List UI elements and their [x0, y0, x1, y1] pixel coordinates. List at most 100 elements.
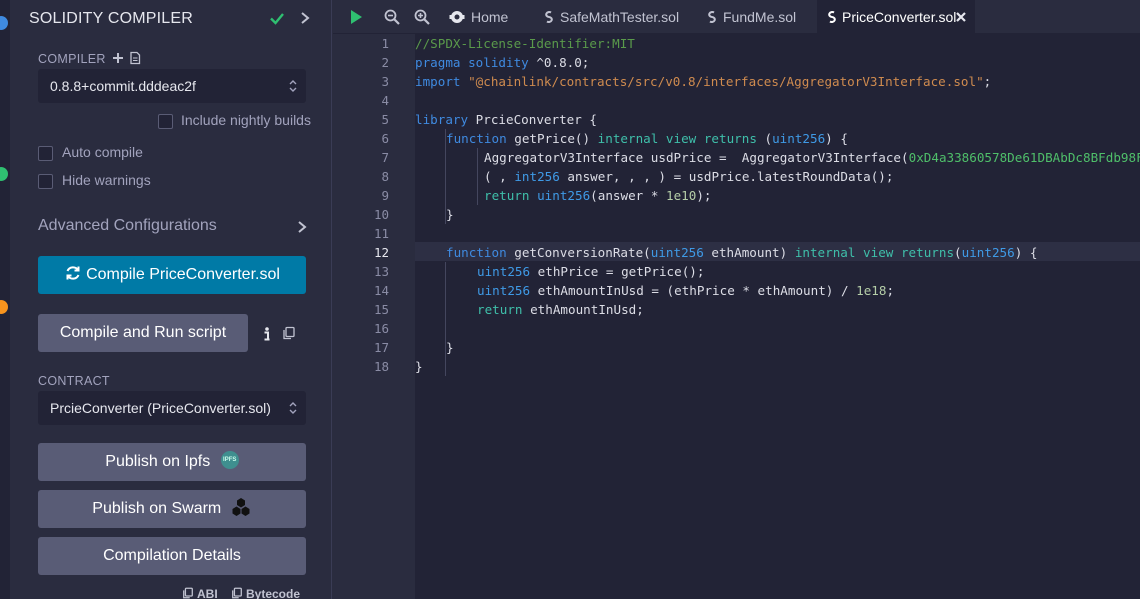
publish-swarm-label: Publish on Swarm [92, 500, 222, 517]
plugin-icon[interactable] [0, 16, 8, 30]
code-token: ( , [484, 169, 515, 184]
code-token: ( [756, 131, 773, 146]
compilation-details-button[interactable]: Compilation Details [38, 537, 306, 575]
compiler-version-value: 0.8.8+commit.dddeac2f [50, 78, 196, 94]
line-number: 2 [381, 55, 389, 70]
play-icon[interactable] [347, 8, 365, 26]
tab-priceconverter[interactable]: PriceConverter.sol [817, 0, 975, 34]
code-line-10: } [446, 205, 454, 224]
code-token: getPrice() [506, 131, 598, 146]
code-token: uint256 [477, 283, 531, 298]
code-token: ; [983, 74, 992, 89]
line-number: 9 [381, 188, 389, 203]
code-line-18: } [415, 357, 423, 376]
code-token: pragma solidity [415, 55, 529, 70]
code-token: return [477, 302, 523, 317]
code-token: internal view returns [794, 245, 955, 260]
copy-icon[interactable] [282, 326, 296, 340]
code-token: AggregatorV3Interface usdPrice = Aggrega… [484, 150, 909, 165]
line-number: 15 [373, 302, 389, 317]
tab-fundme[interactable]: FundMe.sol [699, 0, 809, 34]
code-line-17: } [446, 338, 454, 357]
plus-icon[interactable] [111, 51, 125, 65]
compiler-version-select[interactable]: 0.8.8+commit.dddeac2f [38, 69, 306, 103]
code-token: (answer * [590, 188, 666, 203]
include-nightly-checkbox[interactable] [158, 114, 173, 129]
line-number: 1 [381, 36, 389, 51]
code-line-14: uint256 ethAmountInUsd = (ethPrice * eth… [477, 281, 894, 300]
code-token: import [415, 74, 461, 89]
compilation-details-label: Compilation Details [103, 547, 241, 564]
compile-and-run-label: Compile and Run script [59, 324, 227, 341]
hide-warnings-label: Hide warnings [62, 172, 151, 188]
bytecode-link[interactable]: Bytecode [246, 587, 300, 599]
code-token: library [415, 112, 469, 127]
publish-swarm-button[interactable]: Publish on Swarm [38, 490, 306, 528]
code-token: ^0.8.0; [528, 55, 590, 70]
code-token: function [446, 245, 507, 260]
line-number: 6 [381, 131, 389, 146]
line-number: 12 [373, 245, 389, 260]
copy-abi-icon[interactable] [182, 587, 194, 599]
contract-label: CONTRACT [38, 374, 110, 388]
compile-button-label: Compile PriceConverter.sol [86, 266, 280, 283]
code-token: uint256 [772, 131, 826, 146]
code-token: PrcieConverter { [468, 112, 597, 127]
contract-select[interactable]: PrcieConverter (PriceConverter.sol) [38, 391, 306, 425]
indent-guide [477, 148, 478, 205]
code-token: ethAmountInUsd; [522, 302, 644, 317]
check-icon [270, 13, 284, 25]
auto-compile-checkbox[interactable] [38, 146, 53, 161]
close-icon[interactable] [955, 11, 967, 23]
code-line-13: uint256 ethPrice = getPrice(); [477, 262, 704, 281]
zoom-out-icon[interactable] [383, 8, 401, 26]
abi-link[interactable]: ABI [197, 587, 218, 599]
hide-warnings-checkbox[interactable] [38, 174, 53, 189]
code-token: } [415, 359, 423, 374]
icon-panel [0, 0, 10, 599]
code-token: internal view returns [597, 131, 757, 146]
chevron-right-icon[interactable] [295, 220, 309, 234]
tab-safemathtester-label: SafeMathTester.sol [560, 9, 680, 25]
code-token: "@chainlink/contracts/src/v0.8/interface… [460, 74, 984, 89]
tab-safemathtester[interactable]: SafeMathTester.sol [538, 0, 688, 34]
compile-and-run-button[interactable]: Compile and Run script [38, 314, 248, 352]
code-token: 0xD4a33860578De61DBAbDc8BFdb98FD742fA702… [908, 150, 1140, 165]
code-token: ethAmountInUsd = (ethPrice * ethAmount) … [530, 283, 857, 298]
panel-title: SOLIDITY COMPILER [29, 10, 194, 27]
line-number: 18 [373, 359, 389, 374]
solidity-file-icon [545, 11, 553, 23]
code-token: ethAmount) [703, 245, 795, 260]
code-line-15: return ethAmountInUsd; [477, 300, 644, 319]
include-nightly-label: Include nightly builds [181, 112, 311, 128]
code-token: ); [696, 188, 712, 203]
contract-value: PrcieConverter (PriceConverter.sol) [50, 400, 271, 416]
line-number-gutter: 1 2 3 4 5 6 7 8 9 10 11 12 13 14 15 16 17 18 [333, 34, 415, 599]
info-icon[interactable] [262, 326, 272, 342]
line-number: 13 [373, 264, 389, 279]
zoom-in-icon[interactable] [413, 8, 431, 26]
publish-ipfs-button[interactable]: Publish on Ipfs IPFS [38, 443, 306, 481]
copy-bytecode-icon[interactable] [231, 587, 243, 599]
publish-ipfs-label: Publish on Ipfs [105, 453, 211, 470]
line-number: 11 [373, 226, 389, 241]
code-editor[interactable]: //SPDX-License-Identifier:MIT pragma sol… [415, 34, 1140, 599]
select-caret-icon [289, 80, 297, 92]
advanced-configurations-toggle[interactable]: Advanced Configurations [38, 217, 217, 235]
chevron-right-icon[interactable] [298, 11, 312, 25]
tab-home[interactable]: Home [445, 0, 527, 34]
solidity-compiler-panel: SOLIDITY COMPILER COMPILER 0.8.8+commit.… [10, 0, 332, 599]
tab-priceconverter-label: PriceConverter.sol [842, 9, 957, 25]
code-line-1: //SPDX-License-Identifier:MIT [415, 34, 635, 53]
refresh-icon [66, 266, 80, 280]
solidity-file-icon [828, 11, 836, 23]
auto-compile-label: Auto compile [62, 144, 143, 160]
code-token: } [446, 207, 454, 222]
indent-guide [445, 262, 446, 376]
warning-badge-icon [0, 300, 8, 314]
solidity-file-icon [708, 11, 716, 23]
compile-button[interactable]: Compile PriceConverter.sol [38, 256, 306, 294]
compiler-label: COMPILER [38, 52, 106, 66]
file-icon[interactable] [128, 51, 142, 65]
code-token: int256 [514, 169, 560, 184]
